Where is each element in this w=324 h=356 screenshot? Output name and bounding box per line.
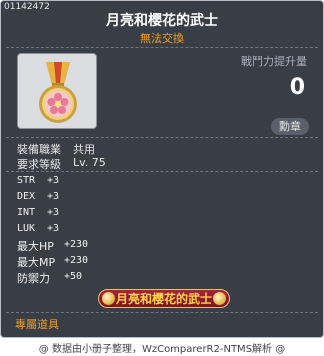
divider xyxy=(6,47,318,48)
item-name: 月亮和櫻花的武士 xyxy=(106,13,218,29)
stat-label-defense: 防禦力 xyxy=(17,272,50,285)
req-value-job: 共用 xyxy=(73,143,95,156)
trade-status: 無法交換 xyxy=(140,32,184,45)
combat-power-label: 戰鬥力提升量 xyxy=(241,55,307,68)
item-tooltip: 01142472 月亮和櫻花的武士 無法交換 戰鬥力提升量 0 勳章 裝備職業 … xyxy=(0,0,324,338)
gem-icon xyxy=(213,292,226,305)
divider xyxy=(6,312,318,313)
gem-icon xyxy=(102,292,115,305)
stat-label-str: STR xyxy=(17,175,36,186)
medal-name-banner: 月亮和櫻花的武士 xyxy=(98,289,230,308)
stat-value-defense: +50 xyxy=(64,271,83,282)
stat-label-luk: LUK xyxy=(17,223,36,234)
divider xyxy=(6,171,318,172)
stat-value-max-hp: +230 xyxy=(64,239,89,250)
item-icon-frame xyxy=(17,53,97,129)
stat-value-luk: +3 xyxy=(47,223,60,234)
divider xyxy=(6,137,318,138)
req-label-job: 裝備職業 xyxy=(17,143,61,156)
banner-text: 月亮和櫻花的武士 xyxy=(115,292,212,306)
stat-value-int: +3 xyxy=(47,207,60,218)
stat-value-str: +3 xyxy=(47,175,60,186)
stat-label-max-mp: 最大MP xyxy=(17,256,56,269)
medal-tag-button[interactable]: 勳章 xyxy=(271,118,309,135)
stat-value-max-mp: +230 xyxy=(64,255,89,266)
req-value-level: Lv. 75 xyxy=(73,156,106,169)
req-label-level: 要求等級 xyxy=(17,158,61,171)
stat-label-max-hp: 最大HP xyxy=(17,240,54,253)
exclusive-item-label: 專屬道具 xyxy=(15,318,59,331)
medal-icon xyxy=(39,62,77,123)
credit-footer: @ 数据由小册子整理，WzComparerR2-NTMS解析 @ xyxy=(38,344,286,355)
stat-label-int: INT xyxy=(17,207,36,218)
stat-label-dex: DEX xyxy=(17,191,36,202)
combat-power-value: 0 xyxy=(289,75,305,100)
stat-value-dex: +3 xyxy=(47,191,60,202)
